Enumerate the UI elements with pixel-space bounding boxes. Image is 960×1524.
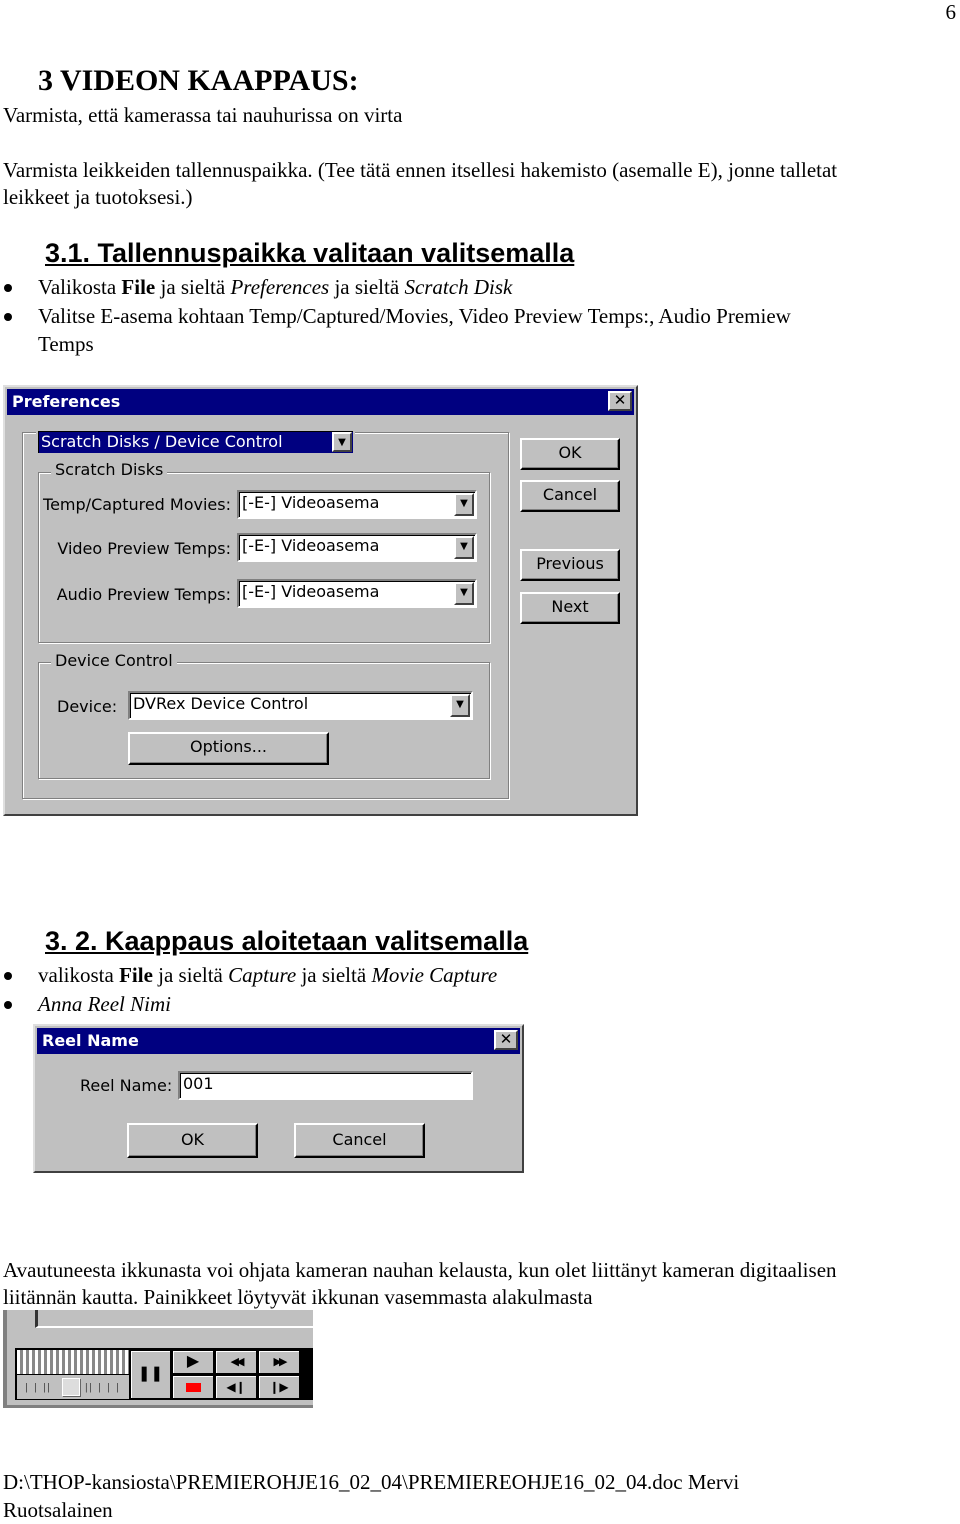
chevron-down-icon[interactable]: ▼ <box>454 493 474 516</box>
row-label: Temp/Captured Movies: <box>43 495 231 514</box>
shuttle-handle[interactable] <box>62 1378 80 1396</box>
bullet <box>4 1001 12 1009</box>
dialog-title: Reel Name <box>37 1028 520 1054</box>
bullet-text: Valikosta File ja sieltä Preferences ja … <box>38 273 512 301</box>
ok-button[interactable]: OK <box>127 1123 258 1158</box>
selected-value: DVRex Device Control <box>133 694 309 713</box>
row-label: Video Preview Temps: <box>57 539 231 558</box>
chevron-down-icon[interactable]: ▼ <box>332 432 352 452</box>
text: ja sieltä <box>296 963 372 987</box>
text: Preferences <box>230 275 330 299</box>
text: File <box>119 963 153 987</box>
device-label: Device: <box>57 697 118 716</box>
text: ja sieltä <box>155 275 231 299</box>
preferences-dialog: Preferences ✕ Scratch Disks / Device Con… <box>3 385 638 816</box>
reel-name-input[interactable]: 001 <box>178 1071 473 1100</box>
step-forward-icon[interactable]: ❙▶ <box>258 1375 300 1399</box>
group-label: Scratch Disks <box>51 460 168 480</box>
record-button[interactable] <box>172 1375 214 1399</box>
bullet-text: Temps <box>38 332 94 356</box>
text: Movie Capture <box>371 963 498 987</box>
capture-controls-panel: | | || || | | | ❚❚ ▶ ◀◀ ◀❙ ▶▶ ❙▶ <box>3 1310 317 1408</box>
options-button[interactable]: Options... <box>128 732 329 765</box>
reel-name-dialog: Reel Name ✕ Reel Name: 001 OK Cancel <box>33 1024 524 1173</box>
cancel-button[interactable]: Cancel <box>294 1123 425 1158</box>
intro-text: Varmista, että kamerassa tai nauhurissa … <box>3 103 403 127</box>
text: Valikosta <box>38 275 122 299</box>
bullet <box>4 972 12 980</box>
paragraph-line: Varmista leikkeiden tallennuspaikka. (Te… <box>3 158 838 182</box>
paragraph-line: leikkeet ja tuotoksesi.) <box>3 185 193 209</box>
reel-name-label: Reel Name: <box>80 1076 173 1095</box>
text: ja sieltä <box>152 963 229 987</box>
section-heading: 3.1. Tallennuspaikka valitaan valitsemal… <box>45 238 575 268</box>
pause-icon[interactable]: ❚❚ <box>130 1350 171 1399</box>
text: valikosta <box>38 963 120 987</box>
text: Capture <box>228 963 297 987</box>
text: Scratch Disk <box>404 275 513 299</box>
group-label: Device Control <box>51 651 177 671</box>
text: File <box>121 275 156 299</box>
selected-value: Scratch Disks / Device Control <box>41 432 283 451</box>
dialog-title: Preferences <box>7 389 634 415</box>
audio-preview-select[interactable]: [-E-] Videoasema ▼ <box>237 579 477 608</box>
next-button[interactable]: Next <box>520 592 620 624</box>
bullet <box>4 284 12 292</box>
bullet-text: Anna Reel Nimi <box>38 992 171 1016</box>
selected-value: [-E-] Videoasema <box>242 582 380 601</box>
video-preview-select[interactable]: [-E-] Videoasema ▼ <box>237 533 477 562</box>
record-icon <box>186 1383 201 1392</box>
shuttle-slider[interactable]: | | || || | | | <box>17 1375 129 1399</box>
bullet-text: valikosta File ja sieltä Capture ja siel… <box>38 961 497 989</box>
rewind-icon[interactable]: ◀◀ <box>215 1350 257 1374</box>
section-heading: 3. 2. Kaappaus aloitetaan valitsemalla <box>45 926 529 956</box>
device-select[interactable]: DVRex Device Control ▼ <box>128 691 473 720</box>
cancel-button[interactable]: Cancel <box>520 480 620 512</box>
jog-wheel[interactable] <box>17 1350 129 1374</box>
temp-captured-select[interactable]: [-E-] Videoasema ▼ <box>237 490 477 519</box>
close-icon[interactable]: ✕ <box>494 1030 518 1050</box>
previous-button[interactable]: Previous <box>520 549 620 581</box>
paragraph-line: liitännän kautta. Painikkeet löytyvät ik… <box>3 1285 593 1309</box>
step-back-icon[interactable]: ◀❙ <box>215 1375 257 1399</box>
play-icon[interactable]: ▶ <box>172 1350 214 1374</box>
timeline-area <box>35 1310 317 1328</box>
bullet-text: Valitse E-asema kohtaan Temp/Captured/Mo… <box>38 304 791 328</box>
close-icon[interactable]: ✕ <box>608 391 632 411</box>
row-label: Audio Preview Temps: <box>56 585 231 604</box>
fast-forward-icon[interactable]: ▶▶ <box>258 1350 300 1374</box>
page-number: 6 <box>945 0 957 24</box>
panel-select[interactable]: Scratch Disks / Device Control ▼ <box>36 429 355 455</box>
footer-path: D:\THOP-kansiosta\PREMIEROHJE16_02_04\PR… <box>3 1470 740 1494</box>
paragraph-line: Avautuneesta ikkunasta voi ohjata kamera… <box>3 1258 837 1282</box>
text: ja sieltä <box>329 275 405 299</box>
chevron-down-icon[interactable]: ▼ <box>450 694 470 717</box>
chevron-down-icon[interactable]: ▼ <box>454 582 474 605</box>
ok-button[interactable]: OK <box>520 438 620 470</box>
chevron-down-icon[interactable]: ▼ <box>454 536 474 559</box>
bullet <box>4 313 12 321</box>
selected-value: [-E-] Videoasema <box>242 536 380 555</box>
main-heading: 3 VIDEON KAAPPAUS: <box>38 64 359 97</box>
selected-value: [-E-] Videoasema <box>242 493 380 512</box>
